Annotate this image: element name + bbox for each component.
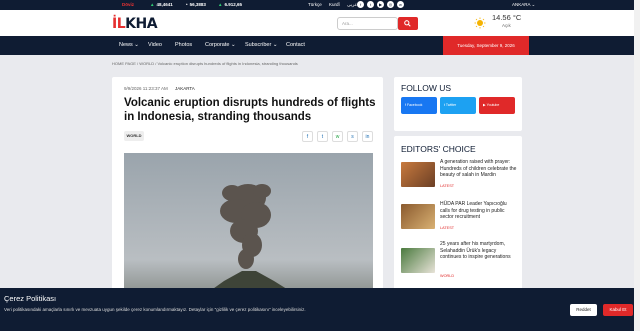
card-title[interactable]: A generation raised with prayer: Hundred… (440, 159, 518, 179)
facebook-follow-button[interactable]: f Facebook (401, 97, 437, 114)
reject-cookies-button[interactable]: Reddet (570, 304, 597, 316)
twitter-icon[interactable]: t (367, 1, 374, 8)
breadcrumb: HOME PAGE / WORLD / Volcanic eruption di… (112, 61, 298, 66)
nav-corporate[interactable]: Corporate ⌄ (205, 42, 236, 48)
main-nav: News ⌄ Video Photos Corporate ⌄ Subscrib… (0, 36, 640, 55)
sun-icon (474, 17, 486, 29)
whatsapp-icon[interactable]: w (397, 1, 404, 8)
youtube-icon[interactable]: ▶ (377, 1, 384, 8)
card-title[interactable]: 25 years after his martyrdom, Selahaddin… (440, 241, 518, 261)
cookie-text: Veri politikasındaki amaçlarla sınırlı v… (4, 307, 306, 312)
share-telegram-icon[interactable]: s (347, 131, 358, 142)
card-category[interactable]: LATEST (440, 184, 454, 188)
card-image[interactable] (401, 204, 435, 229)
share-whatsapp-icon[interactable]: w (332, 131, 343, 142)
youtube-follow-button[interactable]: ▶ Youtube (479, 97, 515, 114)
ticker-gold: ▲ 6.912,65 (218, 2, 242, 7)
cookie-banner: Çerez Politikası Veri politikasındaki am… (0, 288, 640, 331)
card-category[interactable]: LATEST (440, 226, 454, 230)
follow-us-heading: FOLLOW US (401, 83, 452, 93)
site-header (0, 10, 640, 36)
facebook-icon[interactable]: f (357, 1, 364, 8)
weather-condition: Açık (502, 23, 511, 28)
article-location: JAKARTA (174, 86, 195, 91)
search-button[interactable] (398, 17, 418, 30)
current-date: Tuesday, September 9, 2026 (443, 36, 529, 55)
lang-arabic[interactable]: عربی (347, 2, 357, 7)
category-tag[interactable]: WORLD (124, 131, 144, 141)
site-logo[interactable]: İLKHA (112, 16, 158, 32)
article-meta: 9/9/2026 11:23:37 AM JAKARTA (124, 86, 195, 91)
share-twitter-icon[interactable]: t (317, 131, 328, 142)
search-input[interactable]: Ara... (337, 17, 398, 30)
share-linkedin-icon[interactable]: in (362, 131, 373, 142)
cookie-title: Çerez Politikası (4, 294, 57, 303)
card-category[interactable]: WORLD (440, 274, 454, 278)
page-scrollbar[interactable] (634, 0, 640, 331)
card-image[interactable] (401, 248, 435, 273)
city-selector[interactable]: ANKARA ⌄ (512, 2, 535, 8)
lang-turkish[interactable]: Türkçe (308, 2, 322, 7)
nav-subscriber[interactable]: Subscriber ⌄ (245, 42, 277, 48)
card-title[interactable]: HÜDA PAR Leader Yapıcıoğlu calls for dru… (440, 201, 518, 221)
accept-cookies-button[interactable]: Kabul Et (603, 304, 633, 316)
ticker-eur: • 56,3883 (186, 2, 206, 7)
article-title: Volcanic eruption disrupts hundreds of f… (124, 97, 376, 123)
instagram-icon[interactable]: ◎ (387, 1, 394, 8)
weather-temperature: 14.56 °C (492, 13, 522, 22)
card-image[interactable] (401, 162, 435, 187)
language-switcher[interactable]: Türkçe Kurdî عربی (308, 2, 363, 8)
editors-choice-heading: EDITORS' CHOICE (401, 144, 476, 154)
search-icon (404, 20, 411, 27)
lang-kurdish[interactable]: Kurdî (329, 2, 340, 7)
top-bar: Döviz ▲ 48,4641 • 56,3883 ▲ 6.912,65 Türkçe… (0, 0, 640, 10)
nav-news[interactable]: News ⌄ (119, 42, 139, 48)
follow-us-panel: FOLLOW US f Facebook t Twitter ▶ Youtube (394, 77, 522, 131)
share-facebook-icon[interactable]: f (302, 131, 313, 142)
currency-label: Döviz (122, 2, 135, 7)
nav-video[interactable]: Video (148, 42, 162, 48)
nav-contact[interactable]: Contact (286, 42, 305, 48)
nav-photos[interactable]: Photos (175, 42, 192, 48)
ticker-usd: ▲ 48,4641 (150, 2, 173, 7)
article-datetime: 9/9/2026 11:23:37 AM (124, 86, 168, 91)
twitter-follow-button[interactable]: t Twitter (440, 97, 476, 114)
